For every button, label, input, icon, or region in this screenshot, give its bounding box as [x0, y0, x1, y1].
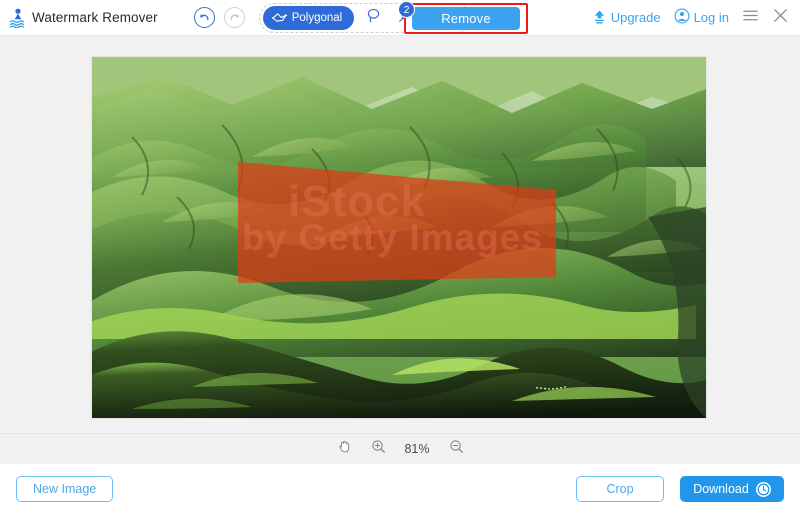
close-button[interactable] — [772, 7, 789, 29]
zoom-out-icon — [449, 439, 464, 459]
photo-preview[interactable]: iStock by Getty Images — [92, 57, 706, 418]
login-button[interactable]: Log in — [674, 8, 729, 27]
hamburger-menu-icon — [742, 7, 759, 29]
upgrade-button[interactable]: Upgrade — [592, 9, 661, 27]
pan-tool-button[interactable] — [334, 439, 354, 459]
app-header: Watermark Remover Polygonal 2 Remove Upg… — [0, 0, 800, 36]
zoom-toolbar: 81% — [0, 433, 800, 464]
footer-right-group: Crop Download — [576, 476, 784, 502]
tool-lasso[interactable] — [360, 6, 386, 30]
remove-button[interactable]: Remove — [412, 7, 520, 30]
brand: Watermark Remover — [9, 8, 158, 28]
download-clock-icon — [755, 481, 771, 497]
zoom-in-button[interactable] — [368, 439, 388, 459]
redo-button[interactable] — [223, 7, 245, 28]
tool-polygonal[interactable]: Polygonal — [262, 5, 355, 30]
step-badge-2: 2 — [398, 1, 415, 18]
undo-button[interactable] — [193, 7, 215, 28]
crop-button[interactable]: Crop — [576, 476, 664, 502]
editor-canvas[interactable]: iStock by Getty Images — [0, 36, 800, 433]
login-label: Log in — [693, 10, 729, 25]
app-root: Watermark Remover Polygonal 2 Remove Upg… — [0, 0, 800, 514]
app-footer: New Image Crop Download — [0, 464, 800, 514]
download-button[interactable]: Download — [680, 476, 784, 502]
download-button-label: Download — [693, 482, 749, 496]
zoom-level-value: 81% — [404, 442, 430, 456]
header-right-group: Upgrade Log in — [592, 7, 789, 29]
watermark-logo-icon — [9, 8, 27, 28]
history-controls — [193, 7, 245, 28]
new-image-button[interactable]: New Image — [16, 476, 114, 502]
upgrade-label: Upgrade — [610, 10, 661, 25]
menu-button[interactable] — [742, 7, 759, 29]
undo-arrow-icon — [198, 11, 211, 24]
hand-pan-icon — [337, 439, 352, 459]
redo-arrow-icon — [228, 11, 241, 24]
user-account-icon — [674, 8, 690, 27]
polygonal-lasso-icon — [271, 12, 287, 24]
zoom-out-button[interactable] — [446, 439, 466, 459]
zoom-in-icon — [371, 439, 386, 459]
landscape-photo — [92, 57, 706, 418]
close-icon — [772, 7, 789, 29]
lasso-icon — [365, 7, 382, 29]
upload-upgrade-icon — [592, 9, 607, 27]
app-title: Watermark Remover — [32, 10, 158, 25]
tool-polygonal-label: Polygonal — [291, 11, 343, 24]
